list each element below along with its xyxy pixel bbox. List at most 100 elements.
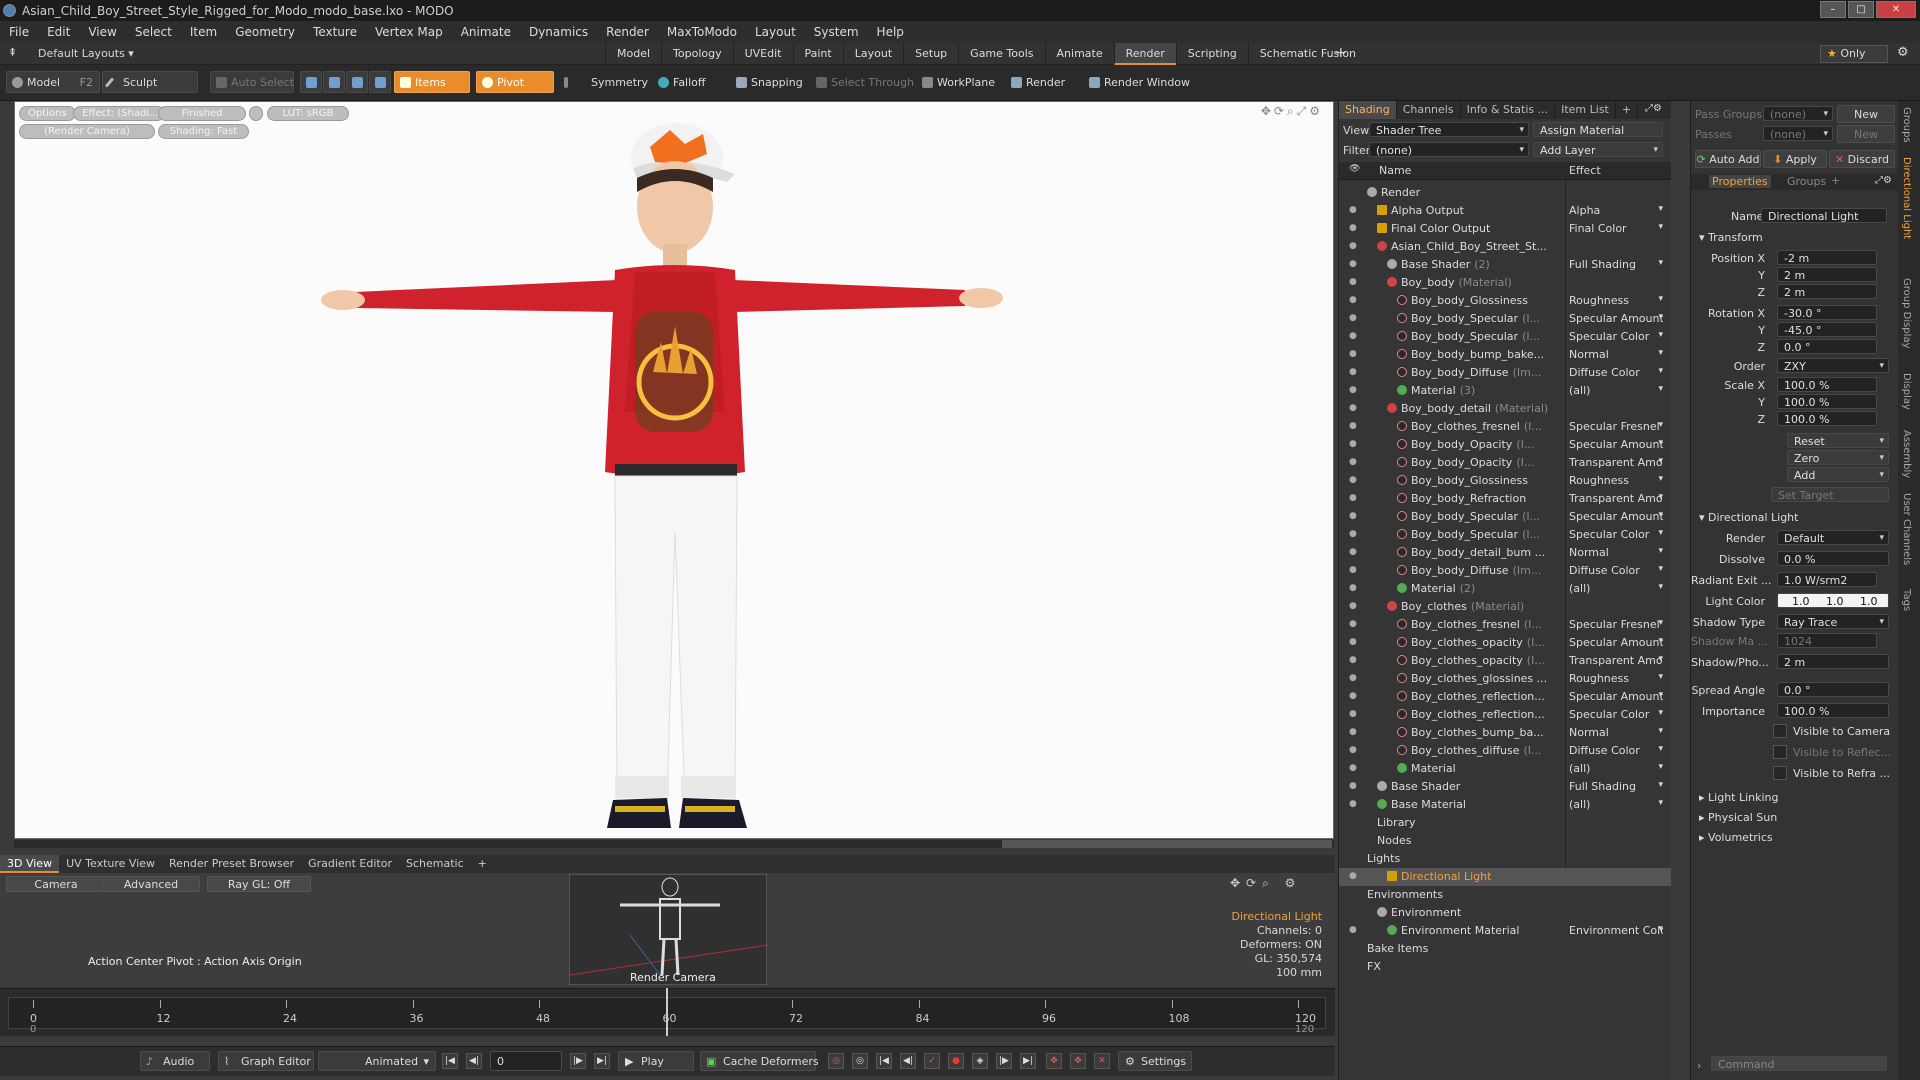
audio-button[interactable]: ♪ Audio bbox=[140, 1051, 210, 1071]
raygl-button[interactable]: Ray GL: Off bbox=[207, 876, 311, 892]
render-viewport[interactable]: Options Effect: (Shadi... Finished LUT: … bbox=[14, 101, 1334, 839]
rotation-y-field[interactable]: -45.0 ° bbox=[1777, 322, 1877, 337]
visibility-eye-icon[interactable]: ● bbox=[1349, 457, 1361, 467]
shader-tree-row[interactable]: ● Boy_body_Specular (I... Specular Amount bbox=[1339, 310, 1671, 328]
visible-camera-checkbox[interactable] bbox=[1773, 724, 1787, 738]
shader-tree-row[interactable]: ● Boy_body_Specular (I... Specular Amount bbox=[1339, 508, 1671, 526]
shader-item-effect[interactable]: Specular Color bbox=[1569, 330, 1663, 343]
side-tab-group-display[interactable]: Group Display bbox=[1901, 278, 1912, 348]
shader-item-effect[interactable]: Specular Amount bbox=[1569, 312, 1663, 325]
shader-item-effect[interactable]: Transparent Amo ... bbox=[1569, 456, 1663, 469]
menu-vertex-map[interactable]: Vertex Map bbox=[366, 25, 452, 39]
model-mode-button[interactable]: Model F2 bbox=[6, 71, 100, 93]
visible-refraction-checkbox[interactable] bbox=[1773, 766, 1787, 780]
tab-render[interactable]: Render bbox=[1113, 43, 1176, 65]
shader-tree-row[interactable]: ● Alpha Output Alpha bbox=[1339, 202, 1671, 220]
shader-tree-row[interactable]: ● Material (3) (all) bbox=[1339, 382, 1671, 400]
reset-dropdown[interactable]: Reset bbox=[1787, 433, 1889, 448]
key-icon-10[interactable]: ✥ bbox=[1070, 1053, 1086, 1069]
tab-paint[interactable]: Paint bbox=[792, 43, 843, 65]
radiant-exitance-field[interactable]: 1.0 W/srm2 bbox=[1777, 572, 1877, 587]
shader-item-effect[interactable]: (all) bbox=[1569, 762, 1663, 775]
visibility-eye-icon[interactable]: ● bbox=[1349, 637, 1361, 647]
key-icon-2[interactable]: ◎ bbox=[852, 1053, 868, 1069]
shader-tree-row[interactable]: ● Boy_clothes_fresnel (I... Specular Fresne… bbox=[1339, 418, 1671, 436]
zero-dropdown[interactable]: Zero bbox=[1787, 450, 1889, 465]
shadow-photon-field[interactable]: 2 m bbox=[1777, 654, 1889, 669]
record-icon[interactable]: ● bbox=[948, 1053, 964, 1069]
play-button[interactable]: ▶ Play bbox=[618, 1051, 694, 1071]
light-color-field[interactable]: 1.0 1.0 1.0 bbox=[1777, 593, 1889, 608]
effect-dropdown[interactable]: Effect: (Shadi... bbox=[73, 106, 165, 121]
tab-schematic-fusion[interactable]: Schematic Fusion bbox=[1247, 43, 1367, 65]
visibility-eye-icon[interactable]: ● bbox=[1349, 727, 1361, 737]
rotation-z-field[interactable]: 0.0 ° bbox=[1777, 339, 1877, 354]
visibility-eye-icon[interactable]: ● bbox=[1349, 619, 1361, 629]
pass-groups-dropdown[interactable]: (none) bbox=[1763, 106, 1833, 121]
tab-setup[interactable]: Setup bbox=[903, 43, 958, 65]
shader-tree-row[interactable]: ● Boy_clothes_glossines ... Roughness bbox=[1339, 670, 1671, 688]
visibility-eye-icon[interactable]: ● bbox=[1349, 259, 1361, 269]
add-dropdown[interactable]: Add bbox=[1787, 467, 1889, 482]
key-icon-9[interactable]: ✥ bbox=[1046, 1053, 1062, 1069]
side-tab-directional-light[interactable]: Directional Light bbox=[1901, 157, 1912, 239]
bottom-tab-render-preset-browser[interactable]: Render Preset Browser bbox=[162, 855, 301, 873]
directional-light-section[interactable]: ▾ Directional Light bbox=[1699, 511, 1798, 524]
material-select-button[interactable] bbox=[369, 71, 391, 93]
shader-tree-row[interactable]: ● Base Shader Full Shading bbox=[1339, 778, 1671, 796]
visibility-eye-icon[interactable]: ● bbox=[1349, 799, 1361, 809]
menu-animate[interactable]: Animate bbox=[452, 25, 520, 39]
key-icon-6[interactable]: ◈ bbox=[972, 1053, 988, 1069]
visibility-eye-icon[interactable]: ● bbox=[1349, 421, 1361, 431]
shader-item-effect[interactable]: Specular Fresnel bbox=[1569, 618, 1663, 631]
apply-button[interactable]: ⬇ Apply bbox=[1763, 150, 1827, 168]
visibility-eye-icon[interactable]: ● bbox=[1349, 349, 1361, 359]
shader-tree-row[interactable]: ● Base Material (all) bbox=[1339, 796, 1671, 814]
assign-material-button[interactable]: Assign Material bbox=[1533, 122, 1663, 137]
side-tab-assembly[interactable]: Assembly bbox=[1901, 430, 1912, 478]
frame-field[interactable]: 0 bbox=[490, 1051, 562, 1071]
symmetry-button[interactable]: Symmetry bbox=[558, 71, 648, 93]
command-input[interactable]: Command bbox=[1711, 1056, 1887, 1071]
shader-item-effect[interactable]: Specular Amount bbox=[1569, 690, 1663, 703]
shader-tree-row[interactable]: Bake Items bbox=[1339, 940, 1671, 958]
importance-field[interactable]: 100.0 % bbox=[1777, 703, 1889, 718]
bottom-tab-gradient-editor[interactable]: Gradient Editor bbox=[301, 855, 399, 873]
shader-item-effect[interactable]: Specular Amount bbox=[1569, 438, 1663, 451]
tab-properties[interactable]: Properties bbox=[1709, 175, 1771, 188]
shader-item-effect[interactable]: (all) bbox=[1569, 798, 1663, 811]
visibility-eye-icon[interactable]: ● bbox=[1349, 529, 1361, 539]
key-icon-5[interactable]: ✓ bbox=[924, 1053, 940, 1069]
menu-render[interactable]: Render bbox=[597, 25, 658, 39]
passes-dropdown[interactable]: (none) bbox=[1763, 126, 1833, 141]
shader-tree-row[interactable]: ● Material (all) bbox=[1339, 760, 1671, 778]
shader-item-effect[interactable]: Environment Color bbox=[1569, 924, 1663, 937]
shader-tree-row[interactable]: ● Boy_body_Specular (I... Specular Color bbox=[1339, 328, 1671, 346]
visibility-eye-icon[interactable]: ● bbox=[1349, 385, 1361, 395]
shader-tree-row[interactable]: ● Environment Material Environment Color bbox=[1339, 922, 1671, 940]
camera-button[interactable]: Camera bbox=[6, 876, 106, 892]
shader-tree-row[interactable]: FX bbox=[1339, 958, 1671, 976]
tab-groups[interactable]: Groups bbox=[1787, 175, 1826, 188]
visibility-eye-icon[interactable]: ● bbox=[1349, 511, 1361, 521]
shader-item-effect[interactable]: (all) bbox=[1569, 384, 1663, 397]
go-end-icon[interactable]: ▶| bbox=[594, 1053, 610, 1069]
view-dropdown[interactable]: Shader Tree bbox=[1369, 122, 1529, 137]
menu-maxtomodo[interactable]: MaxToModo bbox=[658, 25, 746, 39]
shader-item-effect[interactable]: Normal bbox=[1569, 348, 1663, 361]
bottom-tab-3d-view[interactable]: 3D View bbox=[0, 855, 60, 873]
visibility-eye-icon[interactable]: ● bbox=[1349, 547, 1361, 557]
shader-item-effect[interactable]: Normal bbox=[1569, 726, 1663, 739]
minimize-icon[interactable]: – bbox=[1820, 1, 1846, 18]
visibility-eye-icon[interactable]: ● bbox=[1349, 655, 1361, 665]
shader-item-effect[interactable]: Full Shading bbox=[1569, 258, 1663, 271]
shader-tree-row[interactable]: ● Boy_body_Refraction Transparent Amo ... bbox=[1339, 490, 1671, 508]
visibility-eye-icon[interactable]: ● bbox=[1349, 205, 1361, 215]
shader-tree-row[interactable]: ● Boy_clothes_opacity (I... Transparent Amo… bbox=[1339, 652, 1671, 670]
select-through-button[interactable]: Select Through bbox=[810, 71, 914, 93]
light-linking-section[interactable]: ▸ Light Linking bbox=[1699, 791, 1779, 804]
shader-tree-row[interactable]: ● Boy_body_Opacity (I... Specular Amount bbox=[1339, 436, 1671, 454]
tab-game-tools[interactable]: Game Tools bbox=[958, 43, 1044, 65]
order-dropdown[interactable]: ZXY bbox=[1777, 358, 1889, 373]
side-tab-groups[interactable]: Groups bbox=[1901, 107, 1912, 143]
